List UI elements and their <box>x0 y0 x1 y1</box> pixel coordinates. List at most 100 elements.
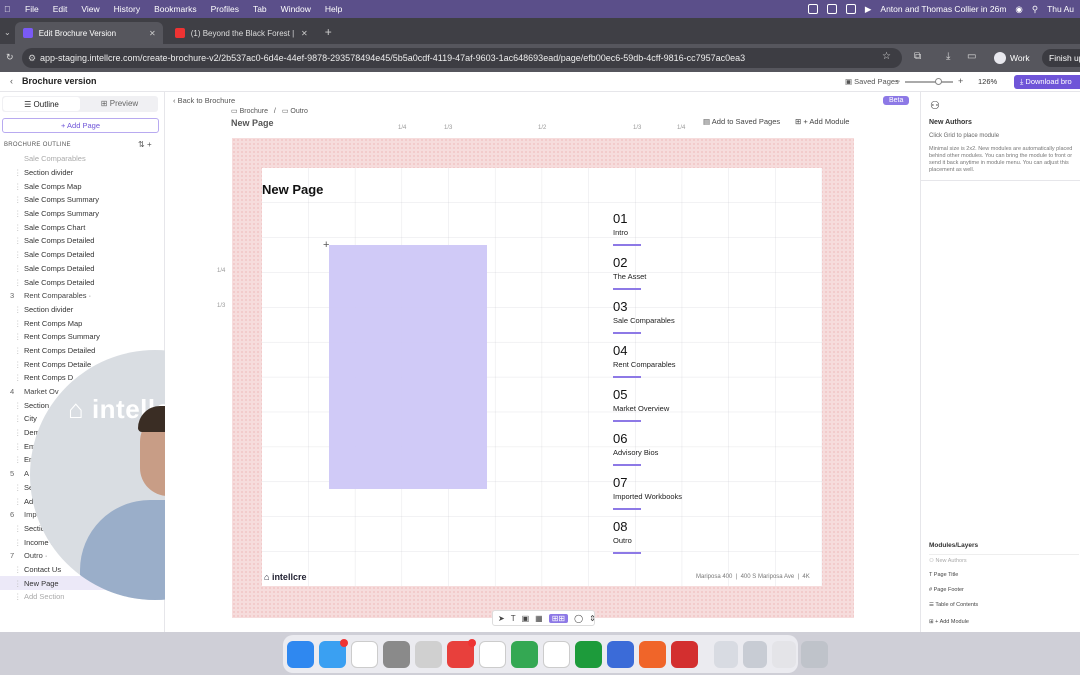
menu-history[interactable]: History <box>114 4 140 14</box>
dock-window-thumbnail[interactable] <box>714 640 738 668</box>
notion-icon[interactable] <box>845 4 856 14</box>
drag-handle-icon[interactable]: ⋮ <box>14 524 22 533</box>
dock-app-icon[interactable] <box>511 640 538 668</box>
url-field[interactable]: ⚙ app-staging.intellcre.com/create-broch… <box>22 48 902 68</box>
dock-app-icon[interactable] <box>479 640 506 668</box>
dock-app-icon[interactable] <box>607 640 634 668</box>
toc-entry[interactable]: 05 Market Overview <box>613 388 733 432</box>
page-bleed-area[interactable]: New Page + 01 Intro 02 The Asset 03 Sale Comp… <box>232 138 854 618</box>
toc-entry[interactable]: 04 Rent Comparables <box>613 344 733 388</box>
clock[interactable]: Thu Au <box>1047 4 1074 14</box>
toc-entry[interactable]: 03 Sale Comparables <box>613 300 733 344</box>
calendar-icon[interactable]: ▶ <box>865 4 872 15</box>
zoom-level[interactable]: 126% <box>978 77 997 86</box>
drag-handle-icon[interactable]: ⋮ <box>14 592 22 601</box>
drag-handle-icon[interactable]: ⋮ <box>14 373 22 382</box>
dock-app-icon[interactable] <box>319 638 348 668</box>
zoom-slider-handle[interactable] <box>935 78 942 85</box>
split-view-icon[interactable]: ▭ <box>967 51 976 62</box>
drag-handle-icon[interactable]: ⋮ <box>14 182 22 191</box>
layer-page-title[interactable]: T Page Title <box>929 569 1079 581</box>
drag-handle-icon[interactable]: ⋮ <box>14 414 22 423</box>
drag-handle-icon[interactable]: ⋮ <box>14 278 22 287</box>
dropbox-icon[interactable] <box>826 4 837 14</box>
menu-tab[interactable]: Tab <box>253 4 267 14</box>
add-page-button[interactable]: + Add Page <box>2 118 159 133</box>
new-tab-icon[interactable]: + <box>325 25 332 39</box>
drag-handle-icon[interactable]: ⋮ <box>14 209 22 218</box>
menu-bookmarks[interactable]: Bookmarks <box>154 4 197 14</box>
dock-app-icon[interactable] <box>287 640 314 668</box>
tab-outline[interactable]: ☰ Outline <box>3 97 80 111</box>
outline-page-item[interactable]: ⋮ Sale Comps Summary <box>0 193 160 207</box>
chevron-down-icon[interactable]: ⌄ <box>4 28 11 37</box>
table-tool-icon[interactable]: ▦ <box>535 614 543 623</box>
layer-table-of-contents[interactable]: ☰ Table of Contents <box>929 599 1079 611</box>
crumb-brochure[interactable]: ▭ Brochure <box>231 108 268 115</box>
outline-page-item[interactable]: ⋮ Sale Comps Map <box>0 179 160 193</box>
site-settings-icon[interactable]: ⚙ <box>28 53 36 64</box>
zoom-out-icon[interactable]: − <box>895 76 900 86</box>
menu-edit[interactable]: Edit <box>53 4 68 14</box>
drag-handle-icon[interactable]: ⋮ <box>14 264 22 273</box>
add-module-button[interactable]: ⊞ + Add Module <box>795 117 849 126</box>
drag-handle-icon[interactable]: ⋮ <box>14 168 22 177</box>
back-to-brochure-link[interactable]: ‹ Back to Brochure <box>173 96 235 105</box>
close-icon[interactable]: ✕ <box>149 29 156 38</box>
drag-handle-icon[interactable]: ⋮ <box>14 195 22 204</box>
outline-page-item[interactable]: ⋮ Rent Comps Map <box>0 316 160 330</box>
outline-page-item[interactable]: ⋮ Rent Comps Summary <box>0 330 160 344</box>
add-section-icon[interactable]: + <box>147 140 152 149</box>
outline-section[interactable]: 3 Rent Comparables · <box>0 289 160 303</box>
drag-handle-icon[interactable]: ⋮ <box>14 428 22 437</box>
text-tool-icon[interactable]: T <box>511 614 516 623</box>
table-of-contents[interactable]: 01 Intro 02 The Asset 03 Sale Comparables 04 Re… <box>613 212 733 564</box>
menu-window[interactable]: Window <box>281 4 311 14</box>
toc-entry[interactable]: 08 Outro <box>613 520 733 564</box>
color-tool-icon[interactable]: ◯ <box>574 614 583 623</box>
toc-entry[interactable]: 06 Advisory Bios <box>613 432 733 476</box>
bookmark-star-icon[interactable]: ☆ <box>882 51 891 62</box>
tab-youtube[interactable]: (1) Beyond the Black Forest | ✕ <box>167 22 315 44</box>
drag-handle-icon[interactable]: ⋮ <box>14 579 22 588</box>
drag-handle-icon[interactable]: ⋮ <box>14 346 22 355</box>
toc-entry[interactable]: 02 The Asset <box>613 256 733 300</box>
layer-page-footer[interactable]: # Page Footer <box>929 584 1079 596</box>
outline-page-item[interactable]: ⋮ Section divider <box>0 303 160 317</box>
drag-handle-icon[interactable]: ⋮ <box>14 332 22 341</box>
finish-update-button[interactable]: Finish up <box>1042 49 1080 67</box>
drag-handle-icon[interactable]: ⋮ <box>14 401 22 410</box>
saved-pages-button[interactable]: ▣ Saved Pages <box>845 77 899 86</box>
extensions-icon[interactable]: ⧉ <box>914 51 921 62</box>
zoom-slider[interactable] <box>905 78 953 85</box>
drag-handle-icon[interactable]: ⋮ <box>14 305 22 314</box>
drag-handle-icon[interactable]: ⋮ <box>14 565 22 574</box>
menu-view[interactable]: View <box>81 4 99 14</box>
layer-new-authors[interactable]: ⚇ New Authors <box>929 554 1079 566</box>
dock-app-icon[interactable] <box>671 640 698 668</box>
close-icon[interactable]: ✕ <box>301 29 308 38</box>
outline-page-item[interactable]: ⋮ Sale Comps Chart <box>0 220 160 234</box>
dock-app-icon[interactable] <box>639 640 666 668</box>
drag-handle-icon[interactable]: ⋮ <box>14 223 22 232</box>
add-to-saved-pages-button[interactable]: ▤ Add to Saved Pages <box>703 117 780 126</box>
drag-handle-icon[interactable]: ⋮ <box>14 442 22 451</box>
dock-window-thumbnail[interactable] <box>772 640 796 668</box>
page-canvas[interactable]: New Page + 01 Intro 02 The Asset 03 Sale Comp… <box>262 168 822 586</box>
drag-handle-icon[interactable]: ⋮ <box>14 319 22 328</box>
crumb-outro[interactable]: ▭ Outro <box>282 108 308 115</box>
toc-entry[interactable]: 07 Imported Workbooks <box>613 476 733 520</box>
trash-icon[interactable] <box>801 640 828 668</box>
page-footer-info[interactable]: Mariposa 400 | 400 S Mariposa Ave | 4K <box>696 574 810 580</box>
tab-edit-brochure[interactable]: Edit Brochure Version ✕ <box>14 22 163 44</box>
drag-handle-icon[interactable]: ⋮ <box>14 250 22 259</box>
download-icon[interactable]: ⤓ <box>946 51 950 62</box>
outline-page-item[interactable]: ⋮ Section divider <box>0 166 160 180</box>
profile-button[interactable]: Work <box>994 50 1030 66</box>
dock-app-icon[interactable] <box>351 640 378 668</box>
reload-icon[interactable]: ↻ <box>6 52 14 63</box>
dock-app-icon[interactable] <box>543 640 570 668</box>
back-chevron-icon[interactable]: ‹ <box>10 76 13 86</box>
stepper-icon[interactable]: ⇕ <box>589 614 596 623</box>
zoom-in-icon[interactable]: + <box>958 76 963 86</box>
